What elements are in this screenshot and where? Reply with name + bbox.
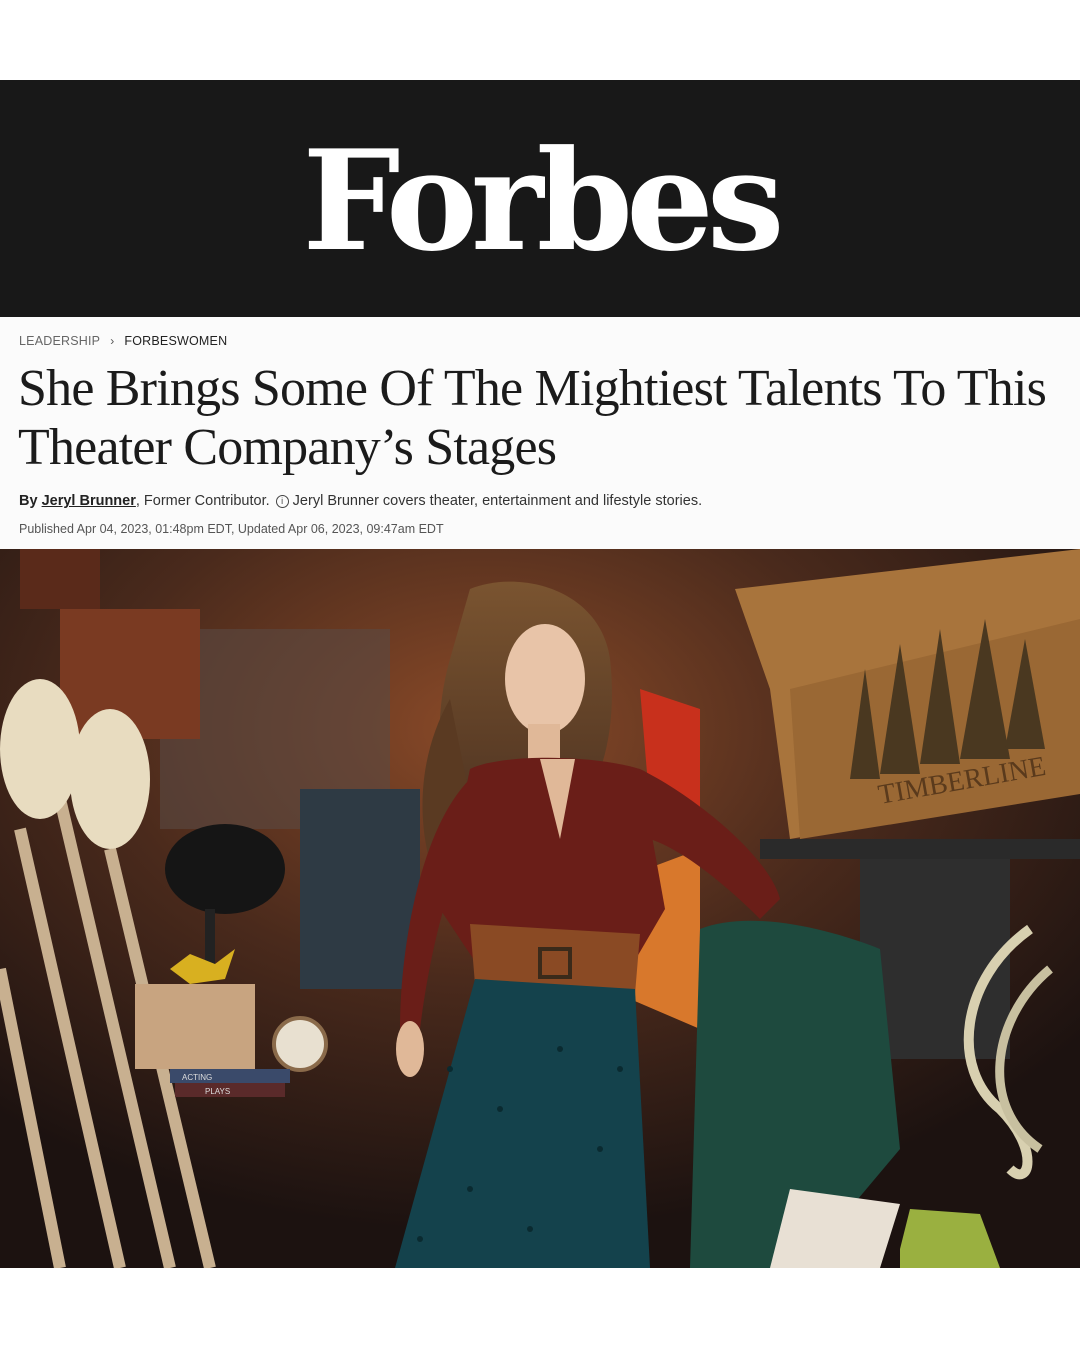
byline: By Jeryl Brunner, Former Contributor. iJ… [19,493,702,509]
article-headline: She Brings Some Of The Mightiest Talents… [18,360,1047,476]
hero-photo-illustration: TIMBERLINE ACTING PLAYS [0,549,1080,1268]
bottom-margin [0,1268,1080,1350]
byline-prefix: By [19,493,38,509]
author-link[interactable]: Jeryl Brunner [42,493,136,509]
top-margin [0,0,1080,80]
chevron-right-icon: › [110,334,115,348]
article-header: LEADERSHIP › FORBESWOMEN She Brings Some… [0,317,1080,549]
info-icon[interactable]: i [275,495,289,508]
book-title-1: ACTING [182,1073,212,1082]
breadcrumb: LEADERSHIP › FORBESWOMEN [19,334,227,348]
publish-timestamp: Published Apr 04, 2023, 01:48pm EDT, Upd… [19,522,444,536]
breadcrumb-forbeswomen[interactable]: FORBESWOMEN [124,334,227,348]
masthead: Forbes [0,80,1080,317]
breadcrumb-leadership[interactable]: LEADERSHIP [19,334,100,348]
author-role: , Former Contributor. [135,493,270,509]
article-hero-image: TIMBERLINE ACTING PLAYS [0,549,1080,1268]
book-title-2: PLAYS [205,1087,230,1096]
forbes-logo[interactable]: Forbes [302,131,784,270]
author-description: Jeryl Brunner covers theater, entertainm… [292,493,703,509]
